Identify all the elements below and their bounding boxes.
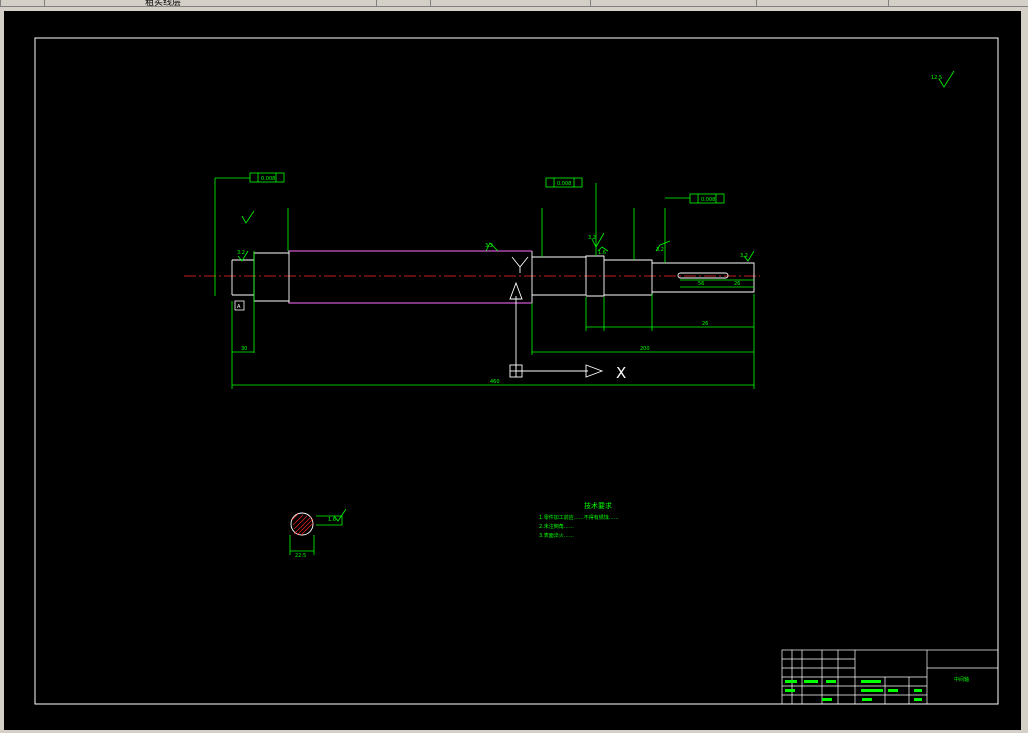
tech-note-2: 2.未注倒角…… (539, 523, 574, 530)
tech-note-3: 3.表面淬火…… (539, 532, 574, 539)
svg-text:0.008: 0.008 (557, 181, 571, 187)
datum-box: A (234, 300, 245, 311)
shaft-outline (231, 250, 755, 304)
tolerance-frame-1: 0.008 (249, 172, 285, 183)
tolerance-frame-3: 0.008 (689, 193, 725, 204)
ucs-x-label: X (616, 364, 626, 382)
general-roughness-label: 12.5 (931, 75, 942, 81)
roughness-4: 1.6 (598, 250, 606, 256)
drawing-sheet: 12.5 X 0.008 0.008 0.008 A 30 460 200 26… (34, 37, 999, 705)
toolbar-strip: 粗实线层 (0, 0, 1028, 8)
dim-overall-length: 460 (490, 379, 500, 385)
svg-text:0.008: 0.008 (261, 176, 275, 182)
tech-title: 技术要求 (584, 501, 612, 510)
svg-text:A: A (237, 304, 241, 310)
roughness-2: 3.2 (485, 243, 493, 249)
lineweight-dropdown[interactable] (756, 0, 887, 6)
keyway-dim-2: 26 (734, 281, 740, 287)
roughness-6: 3.2 (740, 253, 748, 259)
roughness-1: 3.2 (237, 250, 245, 256)
svg-text:0.008: 0.008 (701, 197, 715, 203)
linetype-dropdown[interactable] (590, 0, 755, 6)
dim-right-step: 26 (702, 321, 708, 327)
keyway-section: 1.6 22.5 (289, 508, 347, 559)
roughness-3: 3.2 (588, 235, 596, 241)
title-block-fills (785, 680, 922, 701)
layer-tools[interactable] (376, 0, 429, 6)
keyway-dim-1: 56 (698, 281, 704, 287)
layer-control[interactable]: 粗实线层 (44, 0, 375, 8)
dim-right-length: 200 (640, 346, 650, 352)
roughness-5: 3.2 (656, 247, 664, 253)
toolbar-icons-left[interactable] (0, 0, 43, 6)
color-dropdown[interactable] (430, 0, 589, 6)
part-name: 中间轴 (954, 676, 969, 683)
dimensions (214, 177, 755, 389)
section-roughness: 1.6 (328, 517, 336, 523)
section-dim: 22.5 (295, 553, 306, 559)
tolerance-frame-2: 0.008 (545, 177, 583, 188)
dim-bearing-width: 30 (241, 346, 247, 352)
plotstyle-dropdown[interactable] (888, 0, 1007, 6)
general-roughness-symbol: 12.5 (931, 70, 955, 88)
technical-requirements: 技术要求 1.零件加工前应……不得有锈蚀…… 2.未注倒角…… 3.表面淬火…… (539, 501, 619, 539)
cad-canvas[interactable]: 12.5 X 0.008 0.008 0.008 A 30 460 200 26… (4, 11, 1021, 730)
tech-note-1: 1.零件加工前应……不得有锈蚀…… (539, 514, 619, 521)
